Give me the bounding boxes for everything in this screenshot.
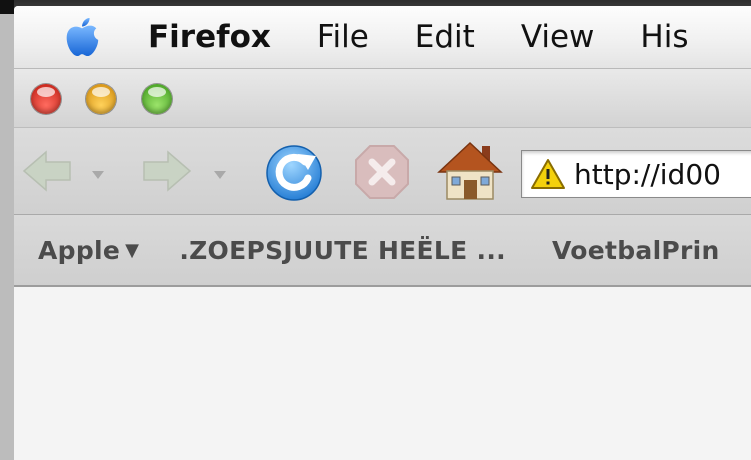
back-history-dropdown[interactable] — [92, 171, 104, 179]
url-text: http://id00 — [574, 157, 721, 191]
forward-history-dropdown[interactable] — [214, 171, 226, 179]
bookmark-apple-folder[interactable]: Apple ▼ — [38, 236, 139, 265]
navigation-toolbar: http://id00 — [14, 128, 751, 215]
reload-icon[interactable] — [264, 142, 326, 202]
apple-logo-icon[interactable] — [64, 17, 100, 57]
stop-icon[interactable] — [354, 144, 410, 200]
caret-down-icon: ▼ — [125, 239, 140, 261]
menu-firefox[interactable]: Firefox — [148, 17, 271, 57]
menu-edit[interactable]: Edit — [415, 17, 475, 57]
bookmark-apple-label: Apple — [38, 235, 121, 265]
window-titlebar — [14, 69, 751, 128]
home-icon[interactable] — [437, 140, 503, 202]
zoom-window-button[interactable] — [142, 84, 172, 114]
page-content-area — [14, 287, 751, 460]
close-window-button[interactable] — [31, 84, 61, 114]
minimize-window-button[interactable] — [86, 84, 116, 114]
bookmark-voetbalprimeur[interactable]: VoetbalPrin — [552, 236, 720, 265]
screen-edge — [0, 0, 14, 460]
url-bar[interactable]: http://id00 — [521, 150, 751, 198]
back-arrow-icon[interactable] — [22, 148, 72, 194]
warning-icon — [531, 159, 565, 189]
menu-bar: Firefox File Edit View His — [14, 6, 751, 69]
bookmarks-toolbar: Apple ▼ .ZOEPSJUUTE HEËLE ... VoetbalPri… — [14, 215, 751, 287]
menu-file[interactable]: File — [317, 17, 369, 57]
bookmark-zoepsjuute[interactable]: .ZOEPSJUUTE HEËLE ... — [179, 236, 506, 265]
firefox-window: Firefox File Edit View His http://id00 A… — [14, 6, 751, 460]
desktop-corner — [0, 0, 14, 14]
menu-history[interactable]: His — [640, 17, 688, 57]
menu-view[interactable]: View — [521, 17, 595, 57]
forward-arrow-icon[interactable] — [142, 148, 192, 194]
